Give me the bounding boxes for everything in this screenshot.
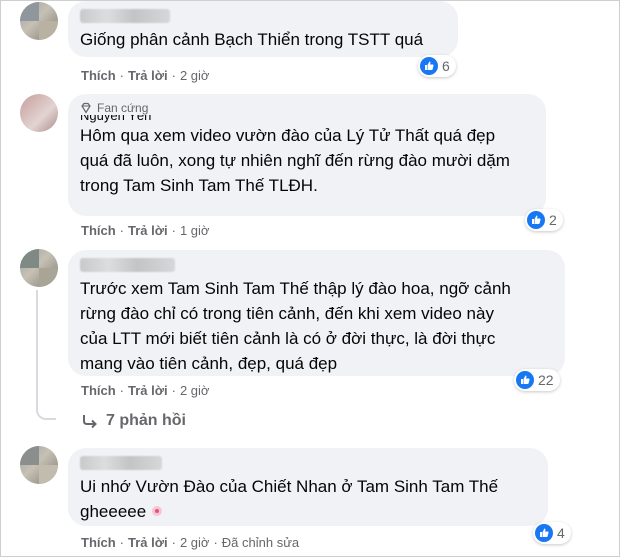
like-icon: [420, 57, 438, 75]
cherry-blossom-icon: [152, 506, 163, 516]
comment-actions: Thích · Trả lời · 1 giờ: [81, 223, 209, 238]
timestamp[interactable]: 2 giờ: [180, 535, 210, 550]
separator-dot: ·: [119, 383, 125, 398]
like-icon: [527, 211, 545, 229]
like-button[interactable]: Thích: [81, 68, 116, 83]
reply-button[interactable]: Trả lời: [128, 68, 168, 83]
avatar[interactable]: [20, 446, 58, 484]
comment-text: Hôm qua xem video vườn đào của Lý Tử Thấ…: [80, 126, 510, 195]
timestamp[interactable]: 2 giờ: [180, 383, 210, 398]
comment-text: Ui nhớ Vườn Đào của Chiết Nhan ở Tam Sin…: [80, 474, 536, 524]
like-button[interactable]: Thích: [81, 223, 116, 238]
reaction-summary[interactable]: 22: [514, 369, 560, 391]
comment-actions: Thích · Trả lời · 2 giờ · Đã chỉnh sửa: [81, 535, 299, 550]
separator-dot: ·: [119, 68, 125, 83]
reaction-count: 4: [557, 525, 565, 541]
reaction-count: 22: [538, 372, 554, 388]
reaction-count: 6: [442, 58, 450, 74]
separator-dot: ·: [119, 535, 125, 550]
like-button[interactable]: Thích: [81, 383, 116, 398]
reaction-summary[interactable]: 2: [525, 209, 563, 231]
author-name[interactable]: Nguyễn Yến: [80, 115, 534, 123]
timestamp[interactable]: 1 giờ: [180, 223, 210, 238]
separator-dot: ·: [119, 223, 125, 238]
reaction-summary[interactable]: 6: [418, 55, 456, 77]
blurred-author-name[interactable]: [80, 9, 170, 23]
blurred-author-name[interactable]: [80, 456, 162, 470]
comment-actions: Thích · Trả lời · 2 giờ: [81, 68, 209, 83]
avatar[interactable]: [20, 2, 58, 40]
like-icon: [535, 524, 553, 542]
comment-text-content: Ui nhớ Vườn Đào của Chiết Nhan ở Tam Sin…: [80, 477, 499, 521]
separator-dot: ·: [213, 535, 218, 550]
comment-bubble: Ui nhớ Vườn Đào của Chiết Nhan ở Tam Sin…: [68, 448, 548, 526]
comment-bubble: Trước xem Tam Sinh Tam Thế thập lý đào h…: [68, 250, 565, 376]
like-icon: [516, 371, 534, 389]
separator-dot: ·: [171, 535, 176, 550]
separator-dot: ·: [171, 68, 176, 83]
reply-arrow-icon: [83, 415, 97, 428]
avatar[interactable]: [20, 249, 58, 287]
reaction-summary[interactable]: 4: [533, 522, 571, 544]
replies-count: 7 phản hồi: [106, 412, 186, 429]
reply-button[interactable]: Trả lời: [128, 223, 168, 238]
comment-text: Trước xem Tam Sinh Tam Thế thập lý đào h…: [80, 279, 511, 373]
fan-badge: Fan cứng: [80, 101, 534, 115]
comment-bubble: Giống phân cảnh Bạch Thiển trong TSTT qu…: [68, 1, 458, 57]
diamond-icon: [81, 102, 91, 114]
blurred-author-name[interactable]: [80, 258, 175, 272]
timestamp[interactable]: 2 giờ: [180, 68, 210, 83]
thread-line: [36, 290, 38, 408]
separator-dot: ·: [171, 223, 176, 238]
comment-text: Giống phân cảnh Bạch Thiển trong TSTT qu…: [80, 30, 424, 49]
reply-button[interactable]: Trả lời: [128, 383, 168, 398]
reply-button[interactable]: Trả lời: [128, 535, 168, 550]
separator-dot: ·: [171, 383, 176, 398]
comment-actions: Thích · Trả lời · 2 giờ: [81, 383, 209, 398]
edited-label: Đã chỉnh sửa: [221, 535, 300, 550]
comment-bubble: Fan cứng Nguyễn Yến Hôm qua xem video vư…: [68, 94, 546, 216]
like-button[interactable]: Thích: [81, 535, 116, 550]
badge-label: Fan cứng: [97, 101, 149, 115]
thread-connector: [36, 404, 56, 420]
avatar[interactable]: [20, 94, 58, 132]
reaction-count: 2: [549, 212, 557, 228]
view-replies-link[interactable]: 7 phản hồi: [82, 412, 186, 430]
